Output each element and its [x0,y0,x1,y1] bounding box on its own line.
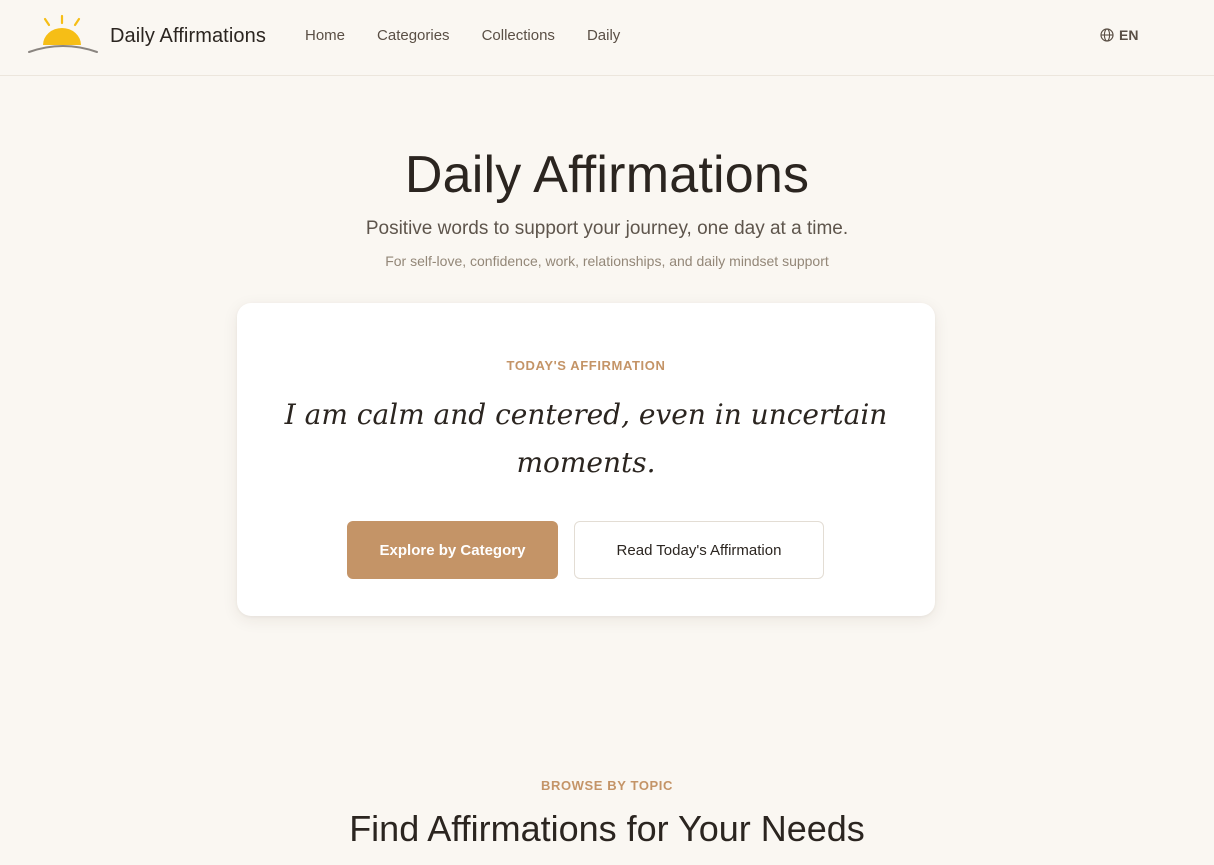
nav-daily[interactable]: Daily [587,26,620,46]
browse-section-label: BROWSE BY TOPIC [540,778,674,793]
sunrise-logo-icon[interactable] [27,14,99,56]
nav-collections[interactable]: Collections [482,26,555,46]
hero-subtitle: Positive words to support your journey, … [365,218,849,239]
globe-icon [1100,28,1114,42]
brand-name[interactable]: Daily Affirmations [110,24,266,48]
todays-affirmation-card: TODAY'S AFFIRMATION I am calm and center… [237,303,935,616]
read-todays-affirmation-button[interactable]: Read Today's Affirmation [574,521,824,579]
explore-by-category-button[interactable]: Explore by Category [347,521,558,579]
card-label: TODAY'S AFFIRMATION [506,358,666,373]
nav-home[interactable]: Home [305,26,345,46]
language-label: EN [1119,27,1139,43]
affirmation-quote: I am calm and centered, even in uncertai… [284,398,888,479]
browse-section-title: Find Affirmations for Your Needs [349,808,865,849]
main-nav: Home Categories Collections Daily [305,26,652,46]
hero-title: Daily Affirmations [404,146,810,204]
language-switcher[interactable]: EN [1100,27,1138,43]
hero-tagline: For self-love, confidence, work, relatio… [385,253,829,269]
site-header: Daily Affirmations Home Categories Colle… [0,0,1214,76]
nav-categories[interactable]: Categories [377,26,450,46]
